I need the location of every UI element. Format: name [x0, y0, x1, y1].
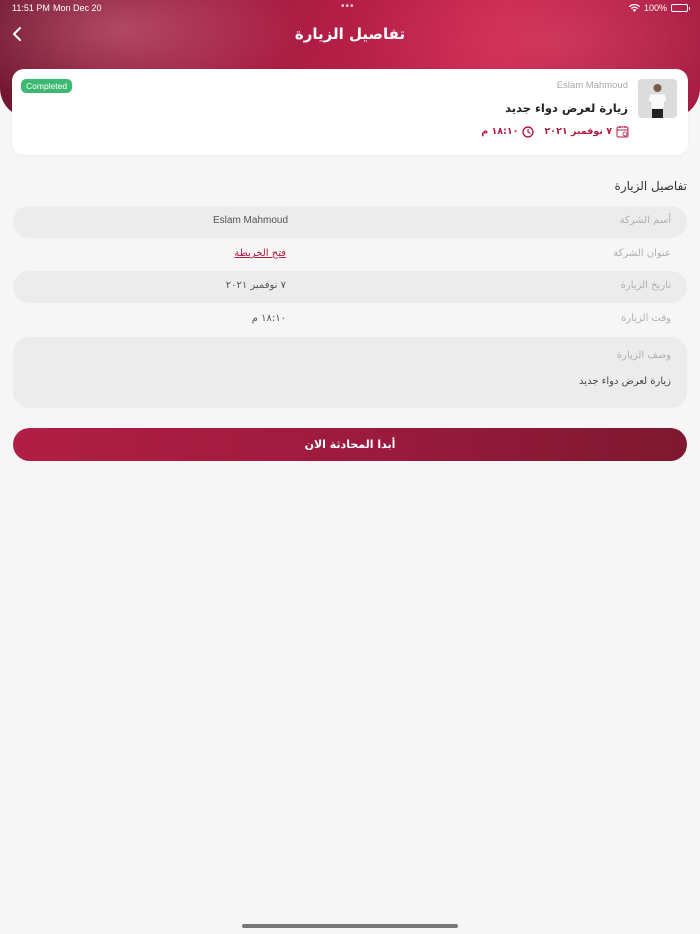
company-address-label: عنوان الشركة	[613, 248, 671, 259]
visit-description-label: وصف الزيارة	[616, 350, 671, 361]
visit-time-label: وقت الزيارة	[621, 313, 671, 324]
clock-icon	[522, 125, 535, 138]
visit-time-row: وقت الزيارة ١٨:١٠ م	[13, 304, 687, 336]
visit-date-text: ٧ نوفمبر ٢٠٢١	[544, 126, 612, 137]
status-bar: 11:51 PM Mon Dec 20 ••• 100%	[0, 0, 700, 18]
visit-description-value: زيارة لعرض دواء جديد	[579, 376, 671, 387]
start-chat-button[interactable]: أبدا المحادثة الان	[13, 428, 687, 461]
page-title: تفاصيل الزيارة	[294, 25, 406, 43]
open-map-link[interactable]: فتح الخريطة	[213, 248, 286, 259]
visit-meta: ٧ نوفمبر ٢٠٢١ ١٨:١٠ م	[481, 125, 629, 138]
visit-time-text: ١٨:١٠ م	[481, 126, 519, 137]
visit-title: زيارة لعرض دواء جديد	[505, 101, 628, 115]
multitasking-dots[interactable]: •••	[341, 1, 355, 12]
visit-time-value: ١٨:١٠ م	[251, 313, 286, 324]
rep-name: Eslam Mahmoud	[556, 80, 628, 91]
status-badge: Completed	[21, 79, 73, 93]
company-name-row: أسم الشركة Eslam Mahmoud	[13, 206, 687, 238]
visit-time-meta: ١٨:١٠ م	[481, 125, 535, 138]
visit-date-label: تاريخ الزيارة	[620, 280, 671, 291]
home-indicator[interactable]	[242, 924, 458, 928]
company-name-label: أسم الشركة	[619, 215, 671, 226]
visit-date-meta: ٧ نوفمبر ٢٠٢١	[544, 125, 629, 138]
battery-percent: 100%	[643, 3, 667, 13]
battery-icon	[671, 4, 690, 12]
avatar	[638, 79, 677, 118]
status-right: 100%	[628, 3, 690, 13]
visit-summary-card[interactable]: Eslam Mahmoud زيارة لعرض دواء جديد Compl…	[12, 69, 688, 155]
company-address-row: عنوان الشركة فتح الخريطة	[13, 239, 687, 271]
section-title: تفاصيل الزيارة	[614, 179, 687, 193]
wifi-icon	[628, 4, 640, 12]
visit-date-row: تاريخ الزيارة ٧ نوفمبر ٢٠٢١	[13, 271, 687, 303]
company-name-value: Eslam Mahmoud	[213, 215, 289, 226]
calendar-icon	[616, 126, 629, 138]
status-time: 11:51 PM	[12, 3, 50, 13]
status-date: Mon Dec 20	[53, 3, 102, 13]
visit-description-box: وصف الزيارة زيارة لعرض دواء جديد	[13, 337, 687, 408]
visit-date-value: ٧ نوفمبر ٢٠٢١	[225, 280, 286, 291]
